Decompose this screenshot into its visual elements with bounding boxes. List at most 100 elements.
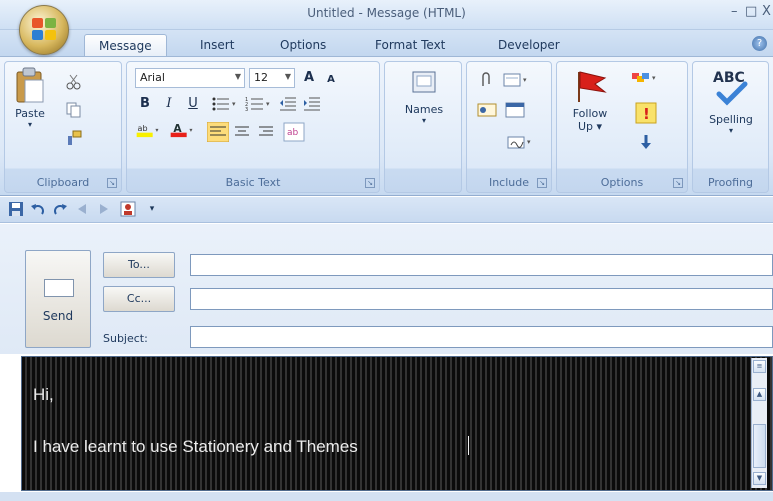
- align-left-icon[interactable]: [207, 122, 229, 142]
- scroll-up-button[interactable]: ▲: [753, 388, 766, 401]
- flag-icon: [578, 71, 607, 102]
- follow-up-button[interactable]: Follow Up ▾: [561, 68, 619, 133]
- low-importance-icon[interactable]: [637, 134, 655, 150]
- format-painter-icon[interactable]: [65, 130, 83, 146]
- send-button[interactable]: Send: [25, 250, 91, 348]
- svg-text:3: 3: [245, 107, 248, 112]
- tab-insert[interactable]: Insert: [200, 38, 234, 52]
- tab-developer[interactable]: Developer: [498, 38, 560, 52]
- bold-button[interactable]: B: [135, 94, 155, 114]
- include-launcher[interactable]: ↘: [537, 178, 547, 188]
- svg-text:ab: ab: [287, 128, 299, 138]
- tab-options[interactable]: Options: [280, 38, 326, 52]
- previous-item-icon[interactable]: [74, 201, 90, 217]
- styles-icon[interactable]: ab: [283, 122, 305, 142]
- scroll-thumb[interactable]: [753, 424, 766, 468]
- svg-text:▾: ▾: [189, 127, 193, 134]
- ribbon: Paste ▾ Clipboard ↘ Arial ▼ 12 ▼ A A B I U: [0, 56, 773, 196]
- copy-icon[interactable]: [65, 102, 83, 118]
- body-line-text: I have learnt to use Stationery and Them…: [33, 437, 358, 456]
- redo-icon[interactable]: [52, 201, 68, 217]
- next-item-icon[interactable]: [96, 201, 112, 217]
- maximize-button[interactable]: □: [745, 4, 757, 19]
- office-button[interactable]: [19, 5, 69, 55]
- help-icon[interactable]: ?: [752, 36, 767, 51]
- save-icon[interactable]: [8, 201, 24, 217]
- clipboard-launcher[interactable]: ↘: [107, 178, 117, 188]
- options-group-label: Options: [600, 176, 644, 189]
- minimize-button[interactable]: –: [731, 4, 738, 19]
- svg-text:!: !: [643, 105, 650, 123]
- shrink-font-button[interactable]: A: [321, 70, 341, 90]
- paste-button[interactable]: Paste ▾: [9, 66, 51, 156]
- font-name-combo[interactable]: Arial ▼: [135, 68, 245, 88]
- contact-icon[interactable]: [120, 201, 136, 217]
- message-header: Send To... Cc... Subject:: [0, 224, 773, 354]
- italic-button[interactable]: I: [159, 94, 179, 114]
- increase-indent-icon[interactable]: [303, 96, 321, 112]
- subject-field[interactable]: [190, 326, 773, 348]
- basic-text-group-label: Basic Text: [225, 176, 281, 189]
- bullets-icon[interactable]: ▾: [211, 96, 241, 112]
- title-bar: Untitled - Message (HTML) – □ X: [0, 0, 773, 30]
- ruler-toggle-icon[interactable]: ≡: [753, 360, 766, 373]
- chevron-down-icon: ▼: [284, 72, 291, 81]
- options-launcher[interactable]: ↘: [673, 178, 683, 188]
- ribbon-tabs: Message Insert Options Format Text Devel…: [0, 30, 773, 57]
- spelling-button[interactable]: ABC Spelling ▾: [699, 68, 763, 135]
- calendar-icon[interactable]: [505, 102, 527, 118]
- highlight-icon[interactable]: ab ▾: [135, 122, 165, 138]
- numbering-icon[interactable]: 1 2 3 ▾: [245, 96, 275, 112]
- high-importance-icon[interactable]: !: [635, 102, 657, 124]
- to-field[interactable]: [190, 254, 773, 276]
- clipboard-group: Paste ▾ Clipboard ↘: [4, 61, 122, 193]
- names-button[interactable]: Names ▾: [397, 70, 451, 125]
- vertical-scrollbar[interactable]: ≡ ▲ ▼: [751, 358, 767, 488]
- proofing-group: ABC Spelling ▾ Proofing: [692, 61, 769, 193]
- categorize-icon[interactable]: ▾: [631, 70, 661, 86]
- customize-toolbar-icon[interactable]: ▾: [144, 201, 160, 217]
- basic-text-launcher[interactable]: ↘: [365, 178, 375, 188]
- cc-button[interactable]: Cc...: [103, 286, 175, 312]
- message-body[interactable]: Hi, I have learnt to use Stationery and …: [21, 356, 773, 491]
- align-right-icon[interactable]: [257, 124, 275, 140]
- address-book-icon: [412, 71, 436, 93]
- font-color-icon[interactable]: A ▾: [169, 122, 199, 138]
- decrease-indent-icon[interactable]: [279, 96, 297, 112]
- scroll-down-button[interactable]: ▼: [753, 472, 766, 485]
- include-group: ▾ ▾ Include ↘: [466, 61, 552, 193]
- names-group: Names ▾: [384, 61, 462, 193]
- paste-label: Paste: [15, 107, 45, 120]
- follow-up-label: Follow: [572, 107, 608, 120]
- align-center-icon[interactable]: [233, 124, 251, 140]
- signature-icon[interactable]: ▾: [507, 134, 537, 150]
- tab-format-text[interactable]: Format Text: [375, 38, 445, 52]
- svg-text:▾: ▾: [523, 76, 527, 84]
- basic-text-group: Arial ▼ 12 ▼ A A B I U ▾ 1 2 3 ▾ ab ▾ A …: [126, 61, 380, 193]
- close-button[interactable]: X: [762, 4, 771, 19]
- office-logo-icon: [32, 18, 58, 42]
- attach-file-icon[interactable]: [477, 72, 495, 88]
- cc-field[interactable]: [190, 288, 773, 310]
- underline-button[interactable]: U: [183, 94, 203, 114]
- svg-text:▾: ▾: [527, 138, 531, 146]
- status-strip: [0, 492, 773, 501]
- attach-item-icon[interactable]: ▾: [503, 72, 533, 88]
- undo-icon[interactable]: [30, 201, 46, 217]
- proofing-group-label: Proofing: [707, 176, 754, 189]
- svg-text:▾: ▾: [266, 100, 270, 108]
- chevron-down-icon: ▼: [234, 72, 241, 81]
- cut-icon[interactable]: [65, 74, 83, 90]
- grow-font-button[interactable]: A: [299, 68, 319, 88]
- to-button[interactable]: To...: [103, 252, 175, 278]
- paste-icon: [16, 67, 44, 103]
- spelling-label: Spelling: [709, 113, 753, 126]
- svg-text:▾: ▾: [652, 74, 656, 82]
- text-caret: [468, 436, 469, 455]
- business-card-icon[interactable]: [477, 102, 499, 118]
- names-label: Names: [404, 103, 444, 116]
- tab-message[interactable]: Message: [84, 34, 167, 57]
- options-group: Follow Up ▾ ▾ ! Options ↘: [556, 61, 688, 193]
- font-size-combo[interactable]: 12 ▼: [249, 68, 295, 88]
- subject-label: Subject:: [103, 332, 148, 345]
